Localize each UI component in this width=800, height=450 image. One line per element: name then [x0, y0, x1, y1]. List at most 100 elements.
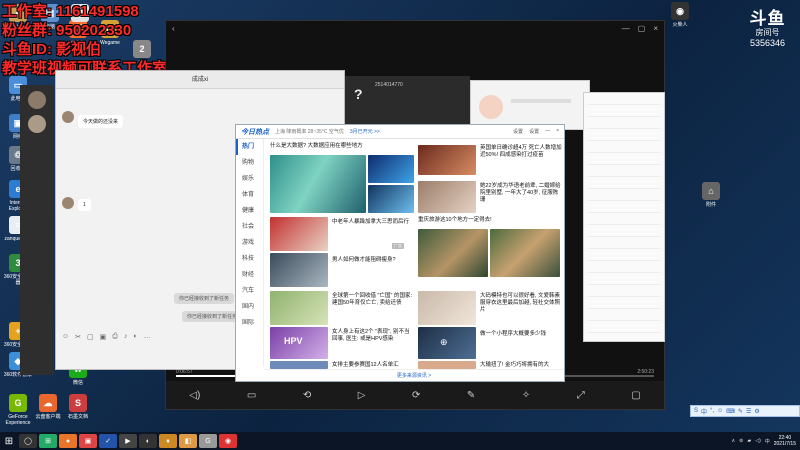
news-image-jinqiaoqiao[interactable] — [418, 361, 476, 369]
chat-tool-icon[interactable]: ✂ — [75, 333, 81, 341]
news-image-chongqing[interactable] — [418, 229, 488, 277]
taskbar-app-button[interactable]: ◐ — [139, 434, 157, 448]
chat-tool-icon[interactable]: ▢ — [87, 333, 94, 341]
player-control-icon[interactable]: ⟲ — [303, 390, 311, 401]
news-image-model[interactable] — [418, 291, 476, 325]
news-image-chongqing2[interactable] — [490, 229, 560, 277]
news-headline[interactable]: 重庆旅游这10个地方一定得去! — [418, 217, 558, 224]
news-image-miniprogram[interactable]: ⊕ — [418, 327, 476, 359]
news-headline[interactable]: 女人身上有这2个 "表现", 别不当回事, 医生: 或是HPV感染 — [332, 329, 414, 343]
chat-tool-icon[interactable]: ◐ — [133, 333, 137, 341]
taskbar-app-button[interactable]: G — [199, 434, 217, 448]
player-control-icon[interactable]: ◁) — [189, 390, 200, 401]
desktop-icon[interactable]: G GeForce Experience — [2, 394, 34, 426]
player-control-icon[interactable]: ⤢ — [577, 390, 585, 401]
player-control-icon[interactable]: ✧ — [522, 390, 530, 401]
news-category-tab[interactable]: 体育 — [236, 187, 263, 203]
ime-button[interactable]: ☺ — [717, 408, 723, 414]
news-image-uk[interactable] — [418, 145, 476, 175]
news-headline[interactable]: 男人如何做才能阻碍瘦身? — [332, 257, 414, 264]
ime-button[interactable]: ✎ — [738, 408, 743, 415]
news-image-bigdata[interactable] — [270, 155, 366, 213]
news-category-tab[interactable]: 社会 — [236, 219, 263, 235]
chat-tool-icon[interactable]: ▣ — [100, 333, 107, 341]
news-image-volleyball[interactable] — [270, 361, 328, 369]
news-category-tab[interactable]: 国际 — [236, 315, 263, 331]
news-image-man[interactable] — [270, 253, 328, 287]
desktop-icon[interactable]: ◉ 火柴人 — [664, 2, 696, 28]
news-weather-link[interactable]: 3月已开元 >> — [350, 128, 380, 135]
player-control-icon[interactable]: ⟳ — [412, 390, 420, 401]
news-image-tech2[interactable] — [368, 185, 414, 213]
player-control-icon[interactable]: ▷ — [358, 390, 366, 401]
news-image-tech[interactable] — [368, 155, 414, 183]
taskbar-app-button[interactable]: ▣ — [79, 434, 97, 448]
taskbar-app-button[interactable]: ◧ — [179, 434, 197, 448]
ime-button[interactable]: 中 — [701, 407, 707, 416]
player-control-icon[interactable]: ▢ — [631, 390, 640, 401]
chat-tool-icon[interactable]: ♪ — [124, 333, 128, 341]
profile-avatar[interactable] — [479, 95, 503, 119]
taskbar-app-button[interactable]: ⊞ — [39, 434, 57, 448]
news-image-passport[interactable] — [270, 217, 328, 251]
news-headline[interactable]: 大码模特也可以很好看, 文爱韩素服穿衣这里最后加越, 轻社交体照片 — [480, 293, 562, 314]
chat-tool-icon[interactable]: ⎙ — [112, 333, 118, 341]
news-headline[interactable]: 英国单日确诊超4万 死亡人数增加近50%! 四成感染打过疫苗 — [480, 145, 562, 159]
windows-start-icon[interactable]: ⊞ — [0, 432, 18, 450]
news-category-tab[interactable]: 汽车 — [236, 283, 263, 299]
news-category-tab[interactable]: 热门 — [236, 139, 263, 155]
sender-avatar[interactable] — [62, 111, 74, 123]
tray-icon[interactable]: ◁) — [755, 438, 761, 445]
taskbar-app-button[interactable]: ♦ — [159, 434, 177, 448]
news-category-tab[interactable]: 娱乐 — [236, 171, 263, 187]
news-image-hpv[interactable]: HPV — [270, 327, 328, 359]
news-category-tab[interactable]: 健康 — [236, 203, 263, 219]
tray-icon[interactable]: 中 — [765, 438, 770, 445]
player-close-button[interactable]: × — [653, 24, 658, 33]
news-category-tab[interactable]: 科技 — [236, 251, 263, 267]
ime-button[interactable]: ☰ — [746, 408, 751, 415]
ime-button[interactable]: ⌨ — [726, 408, 735, 415]
news-category-tab[interactable]: 财经 — [236, 267, 263, 283]
news-headline[interactable]: 做一个小程序大概要多少钱 — [480, 331, 562, 338]
chat-tool-icon[interactable]: ☺ — [62, 333, 69, 341]
ime-button[interactable]: S — [694, 408, 698, 414]
ime-button[interactable]: ⚙ — [754, 408, 759, 415]
news-category-tab[interactable]: 游戏 — [236, 235, 263, 251]
player-maximize-button[interactable]: ▢ — [638, 24, 646, 33]
player-minimize-button[interactable]: — — [622, 24, 630, 33]
news-more-link[interactable]: 更多来源资讯 > — [264, 369, 564, 381]
taskbar-app-button[interactable]: ◯ — [19, 434, 37, 448]
tray-icon[interactable]: ⊚ — [739, 438, 743, 445]
news-window-action[interactable]: 设置 — [513, 128, 523, 135]
system-clock[interactable]: 22:40 2021/7/15 — [774, 435, 796, 447]
news-headline[interactable]: 全球第一个回收借 "亡国" 的国家: 建国50年育仅亡亡, 卖给还债 — [332, 293, 414, 307]
qq-contact-avatar[interactable] — [28, 115, 46, 133]
news-image-actress[interactable] — [418, 181, 476, 213]
taskbar-app-button[interactable]: ● — [59, 434, 77, 448]
news-headline[interactable]: 女排主要参赛国12人名单汇 — [332, 362, 414, 369]
news-headline[interactable]: 大输扭了! 金巧巧将拥有的大 — [480, 362, 562, 369]
news-window-action[interactable]: × — [556, 128, 559, 135]
tray-icon[interactable]: ▰ — [747, 438, 751, 445]
player-back-icon[interactable]: ‹ — [172, 24, 175, 33]
chat-tool-icon[interactable]: … — [144, 333, 151, 341]
news-category-tab[interactable]: 购物 — [236, 155, 263, 171]
player-control-icon[interactable]: ✎ — [467, 390, 475, 401]
taskbar-app-button[interactable]: ◉ — [219, 434, 237, 448]
news-headline[interactable]: 中老年人暴躁加拿大三思而后行 — [332, 219, 414, 226]
news-headline[interactable]: 她22岁成为华语老前辈, 二婚嫁给院里别墅, 一年大了40岁, 征服陈珊 — [480, 183, 562, 204]
ime-button[interactable]: °, — [710, 408, 714, 414]
player-control-icon[interactable]: ▭ — [247, 390, 256, 401]
news-image-map[interactable] — [270, 291, 328, 325]
news-window-action[interactable]: 设置 — [529, 128, 539, 135]
news-category-tab[interactable]: 国内 — [236, 299, 263, 315]
desktop-icon[interactable]: ☁ 云盘客户端 — [32, 394, 64, 420]
qq-sidebar-avatar[interactable] — [28, 91, 46, 109]
taskbar-app-button[interactable]: ▶ — [119, 434, 137, 448]
news-window-action[interactable]: — — [545, 128, 550, 135]
news-headline[interactable]: 什么是大数据? 大数据应用在哪些地方 — [270, 143, 410, 150]
taskbar-app-button[interactable]: ✓ — [99, 434, 117, 448]
sender-avatar[interactable] — [62, 197, 74, 209]
desktop-icon[interactable]: S 石墨文档 — [62, 394, 94, 420]
